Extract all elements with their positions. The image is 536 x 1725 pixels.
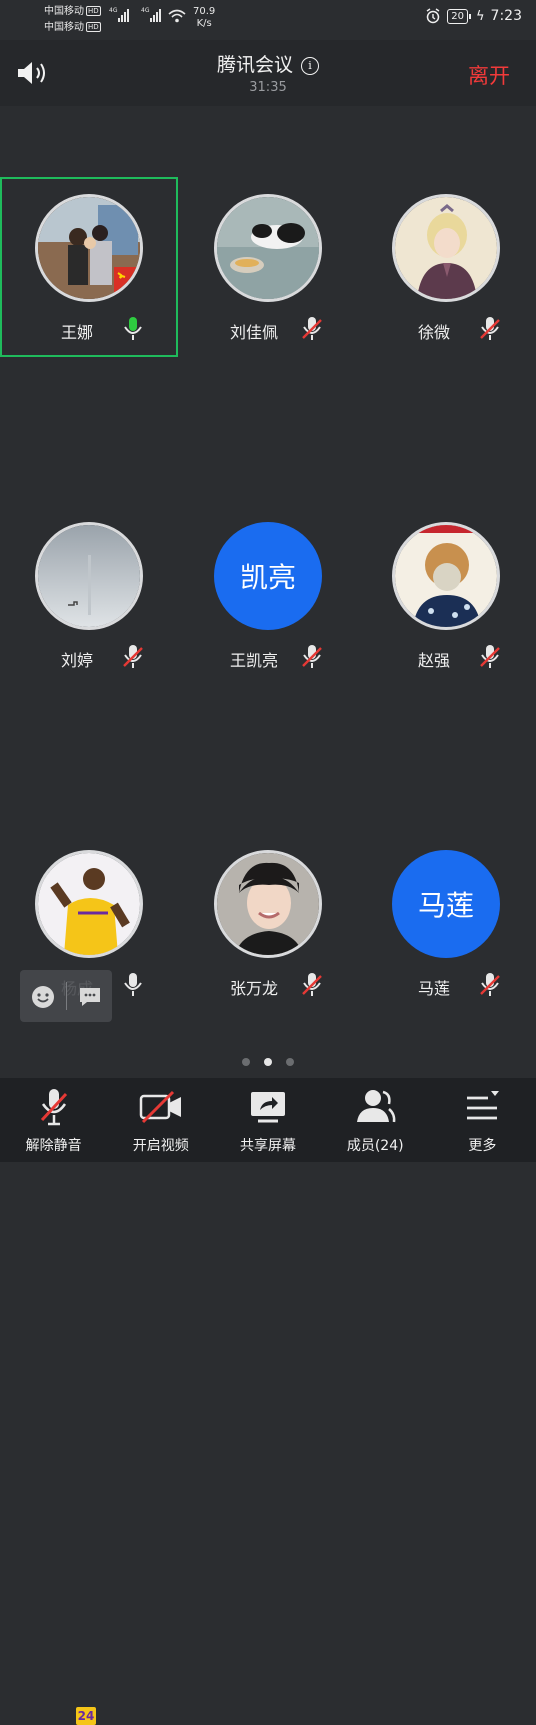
status-right: 20 ϟ 7:23 <box>425 8 522 24</box>
members-button[interactable]: 成员(24) <box>322 1078 429 1162</box>
alarm-icon <box>426 8 440 24</box>
participant-name: 王凯亮 <box>230 651 279 670</box>
meeting-header: 腾讯会议 i 31:35 离开 <box>0 40 536 106</box>
avatar-initials: 马莲 <box>392 850 500 958</box>
participant-name: 刘婷 <box>61 651 94 670</box>
participant-tile[interactable]: 赵强 <box>357 505 535 685</box>
participant-tile[interactable]: 凯亮 王凯亮 <box>179 505 357 685</box>
page-indicator <box>0 1058 536 1066</box>
mic-on-icon <box>124 973 142 996</box>
charging-icon: ϟ <box>475 8 485 24</box>
meeting-title: 腾讯会议 i <box>0 50 536 77</box>
page-dot[interactable] <box>242 1058 250 1066</box>
mic-on-icon <box>124 317 142 340</box>
unmute-label: 解除静音 <box>25 1138 82 1154</box>
participant-tile[interactable]: 刘佳佩 <box>179 177 357 357</box>
camera-off-icon <box>139 1090 181 1124</box>
participant-tile[interactable]: 王娜 <box>0 177 178 357</box>
page-dot-active[interactable] <box>264 1058 272 1066</box>
start-video-label: 开启视频 <box>132 1138 189 1154</box>
info-icon[interactable]: i <box>301 57 319 75</box>
signal-icon-2: 4G <box>141 7 161 22</box>
mic-muted-icon <box>480 645 500 668</box>
avatar <box>214 850 322 958</box>
meeting-duration: 31:35 <box>249 80 287 95</box>
more-menu-icon <box>467 1091 500 1120</box>
avatar <box>35 194 143 302</box>
avatar <box>214 194 322 302</box>
carrier-2: 中国移动 HD <box>44 22 101 33</box>
participant-tile[interactable]: 徐微 <box>357 177 535 357</box>
participant-name: 刘佳佩 <box>230 323 279 342</box>
network-speed: 70.9 K/s <box>193 6 216 29</box>
more-button[interactable]: 更多 <box>429 1078 536 1162</box>
participant-name: 赵强 <box>418 651 451 670</box>
mic-muted-icon <box>123 645 143 668</box>
jersey-number: 24 <box>76 1707 96 1725</box>
mic-muted-icon <box>302 645 322 668</box>
chat-icon[interactable] <box>78 985 102 1009</box>
mic-muted-icon <box>40 1089 67 1126</box>
participant-name: 王娜 <box>61 323 94 342</box>
participant-tile[interactable]: 刘婷 <box>0 505 178 685</box>
more-label: 更多 <box>468 1138 497 1154</box>
leave-button[interactable]: 离开 <box>468 60 510 90</box>
mic-muted-icon <box>302 317 322 340</box>
share-screen-icon <box>251 1092 285 1123</box>
mic-muted-icon <box>302 973 322 996</box>
avatar <box>392 194 500 302</box>
unmute-button[interactable]: 解除静音 <box>0 1078 107 1162</box>
start-video-button[interactable]: 开启视频 <box>107 1078 214 1162</box>
wifi-icon <box>168 9 186 23</box>
participant-name: 徐微 <box>418 323 451 342</box>
page-dot[interactable] <box>286 1058 294 1066</box>
share-screen-button[interactable]: 共享屏幕 <box>214 1078 321 1162</box>
participant-tile[interactable]: 张万龙 <box>179 833 357 1013</box>
signal-icon: 4G <box>109 7 129 22</box>
participant-name: 张万龙 <box>230 979 279 998</box>
avatar-initials: 凯亮 <box>214 522 322 630</box>
members-icon <box>357 1090 396 1123</box>
participant-name: 马莲 <box>418 979 451 998</box>
participant-tile[interactable]: 马莲 马莲 <box>357 833 535 1013</box>
avatar <box>35 522 143 630</box>
emoji-icon[interactable] <box>31 985 55 1009</box>
carrier-1: 中国移动 HD <box>44 6 101 17</box>
mic-muted-icon <box>480 973 500 996</box>
floating-chat-widget[interactable] <box>20 970 112 1022</box>
bottom-toolbar: 解除静音 开启视频 共享屏幕 成员(24) 更多 <box>0 1078 536 1162</box>
members-label: 成员(24) <box>346 1138 404 1154</box>
avatar <box>392 522 500 630</box>
clock: 7:23 <box>490 8 522 24</box>
share-screen-label: 共享屏幕 <box>240 1138 296 1154</box>
battery-indicator: 20 <box>447 8 471 24</box>
mic-muted-icon <box>480 317 500 340</box>
avatar <box>35 850 143 958</box>
status-bar: 中国移动 HD 中国移动 HD 4G 4G 70.9 K/s 20 ϟ 7:23 <box>0 0 536 40</box>
